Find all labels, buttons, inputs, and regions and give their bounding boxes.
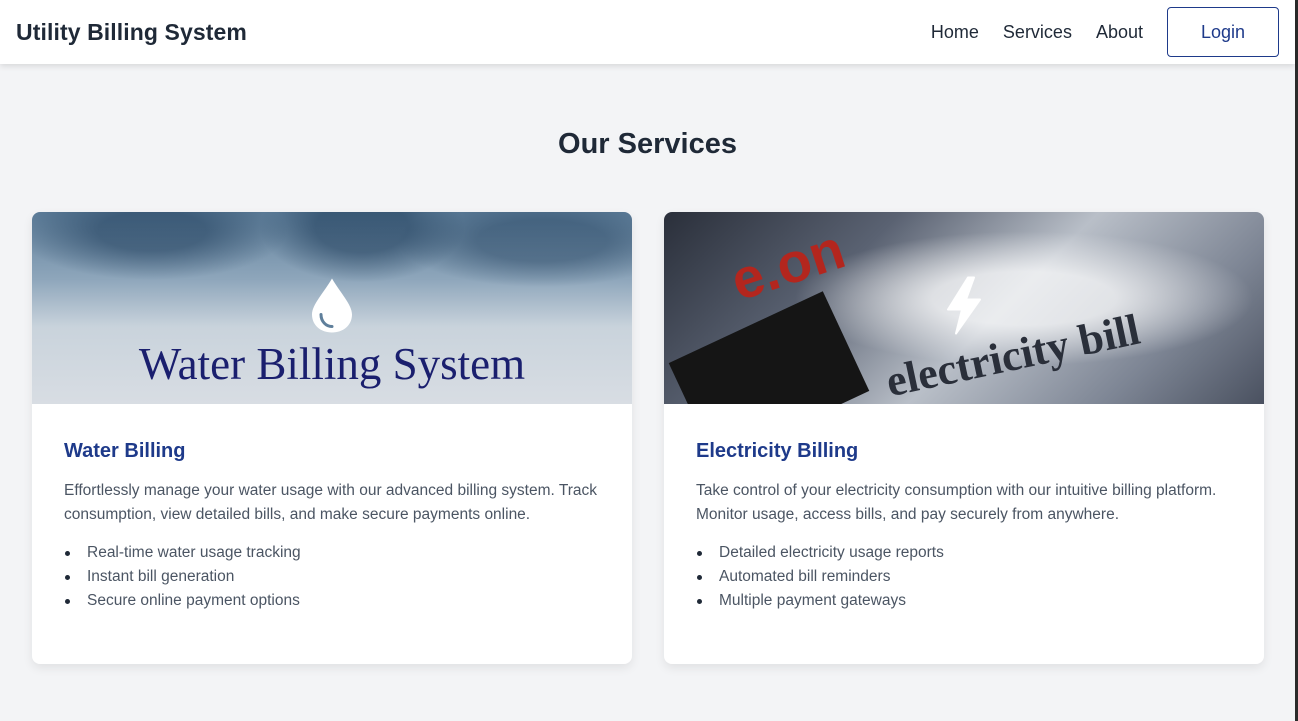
list-item: Automated bill reminders: [696, 565, 1232, 589]
top-navbar: Utility Billing System Home Services Abo…: [0, 0, 1295, 64]
water-hero-caption: Water Billing System: [138, 339, 526, 389]
card-title: Water Billing: [64, 440, 186, 462]
lightning-bolt-icon: [940, 276, 988, 341]
list-item: Multiple payment gateways: [696, 589, 1232, 613]
services-heading: Our Services: [558, 128, 737, 160]
list-item: Real-time water usage tracking: [64, 541, 600, 565]
card-description: Take control of your electricity consump…: [696, 482, 1217, 523]
nav-links: Home Services About Login: [931, 7, 1279, 57]
nav-link-services[interactable]: Services: [1003, 22, 1072, 43]
electricity-card-body: Electricity Billing Take control of your…: [664, 404, 1264, 613]
water-drop-icon: [310, 277, 354, 340]
brand-title: Utility Billing System: [16, 18, 247, 45]
water-hero-image: Water Billing System: [32, 212, 632, 404]
list-item: Detailed electricity usage reports: [696, 541, 1232, 565]
nav-link-about[interactable]: About: [1096, 22, 1143, 43]
electricity-hero-logo: e.on: [723, 216, 853, 313]
list-item: Instant bill generation: [64, 565, 600, 589]
water-card-body: Water Billing Effortlessly manage your w…: [32, 404, 632, 613]
card-title: Electricity Billing: [696, 440, 859, 462]
card-description: Effortlessly manage your water usage wit…: [64, 482, 597, 523]
electricity-billing-card: e.on electricity bill Electricity Billin…: [664, 212, 1264, 664]
bulb-base-shape: [668, 291, 870, 404]
nav-link-home[interactable]: Home: [931, 22, 979, 43]
electricity-hero-caption: electricity bill: [881, 304, 1145, 404]
feature-list: Real-time water usage tracking Instant b…: [64, 541, 600, 613]
water-billing-card: Water Billing System Water Billing Effor…: [32, 212, 632, 664]
login-button[interactable]: Login: [1167, 7, 1279, 57]
app-frame: Utility Billing System Home Services Abo…: [0, 0, 1298, 721]
electricity-hero-image: e.on electricity bill: [664, 212, 1264, 404]
feature-list: Detailed electricity usage reports Autom…: [696, 541, 1232, 613]
list-item: Secure online payment options: [64, 589, 600, 613]
